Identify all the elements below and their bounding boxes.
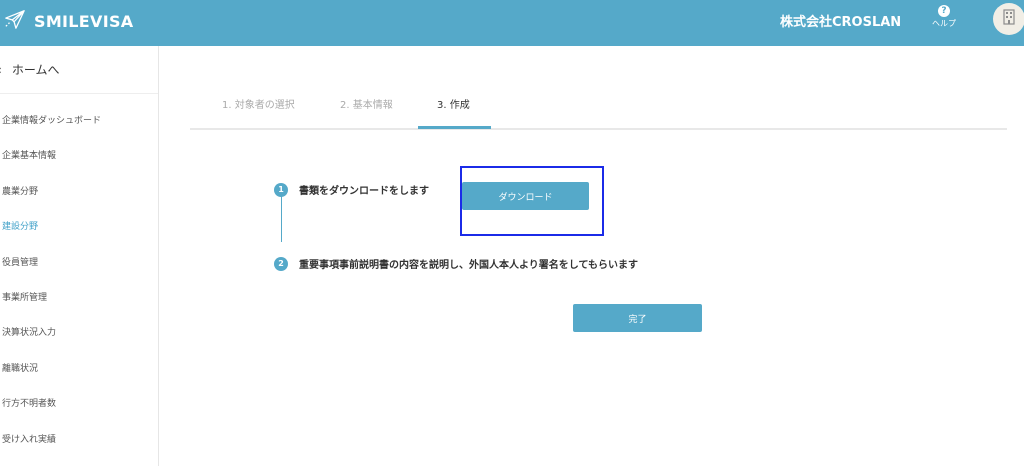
home-label: ホームへ xyxy=(11,63,60,77)
sidebar-item-acceptance-record[interactable]: 受け入れ実績 xyxy=(0,423,158,458)
building-icon xyxy=(1002,9,1016,29)
help-icon: ? xyxy=(938,5,950,17)
sidebar-item-financials[interactable]: 決算状況入力 xyxy=(0,316,158,351)
company-name[interactable]: 株式会社CROSLAN xyxy=(780,11,901,30)
top-header: SMILEVISA 株式会社CROSLAN ? ヘルプ xyxy=(0,0,1024,46)
help-button[interactable]: ? ヘルプ xyxy=(930,5,958,29)
sidebar-item-agriculture[interactable]: 農業分野 xyxy=(0,175,158,210)
timeline-connector xyxy=(281,196,282,242)
sidebar-item-dashboard[interactable]: 企業情報ダッシュボード xyxy=(0,104,158,139)
chevron-left-icon: ‹ xyxy=(0,63,2,77)
step-2-instruction: 重要事項事前説明書の内容を説明し、外国人本人より署名をしてもらいます xyxy=(299,260,638,271)
active-tab-indicator xyxy=(418,126,491,129)
home-link[interactable]: ‹ ホームへ xyxy=(0,46,158,94)
sidebar-item-company-info[interactable]: 企業基本情報 xyxy=(0,139,158,174)
tab-basic-info[interactable]: 2. 基本情報 xyxy=(340,96,393,111)
step-1-badge: 1 xyxy=(274,183,288,197)
paper-plane-icon xyxy=(4,8,26,34)
complete-button[interactable]: 完了 xyxy=(573,304,702,332)
sidebar-item-officers[interactable]: 役員管理 xyxy=(0,246,158,281)
sidebar: ‹ ホームへ 企業情報ダッシュボード 企業基本情報 農業分野 建設分野 役員管理… xyxy=(0,46,159,466)
tab-create[interactable]: 3. 作成 xyxy=(437,96,470,111)
sidebar-item-missing-persons[interactable]: 行方不明者数 xyxy=(0,387,158,422)
app-logo[interactable]: SMILEVISA xyxy=(4,8,133,34)
sidebar-item-construction[interactable]: 建設分野 xyxy=(0,210,158,245)
avatar[interactable] xyxy=(993,3,1024,35)
sidebar-nav: 企業情報ダッシュボード 企業基本情報 農業分野 建設分野 役員管理 事業所管理 … xyxy=(0,104,158,458)
tab-select-target[interactable]: 1. 対象者の選択 xyxy=(222,96,295,111)
step-2-badge: 2 xyxy=(274,257,288,271)
step-1-instruction: 書類をダウンロードをします xyxy=(299,186,429,197)
step-tabs: 1. 対象者の選択 2. 基本情報 3. 作成 xyxy=(190,90,1007,130)
sidebar-item-offices[interactable]: 事業所管理 xyxy=(0,281,158,316)
app-name: SMILEVISA xyxy=(34,11,134,31)
download-button[interactable]: ダウンロード xyxy=(462,182,589,210)
help-label: ヘルプ xyxy=(932,19,956,28)
sidebar-item-turnover[interactable]: 離職状況 xyxy=(0,352,158,387)
